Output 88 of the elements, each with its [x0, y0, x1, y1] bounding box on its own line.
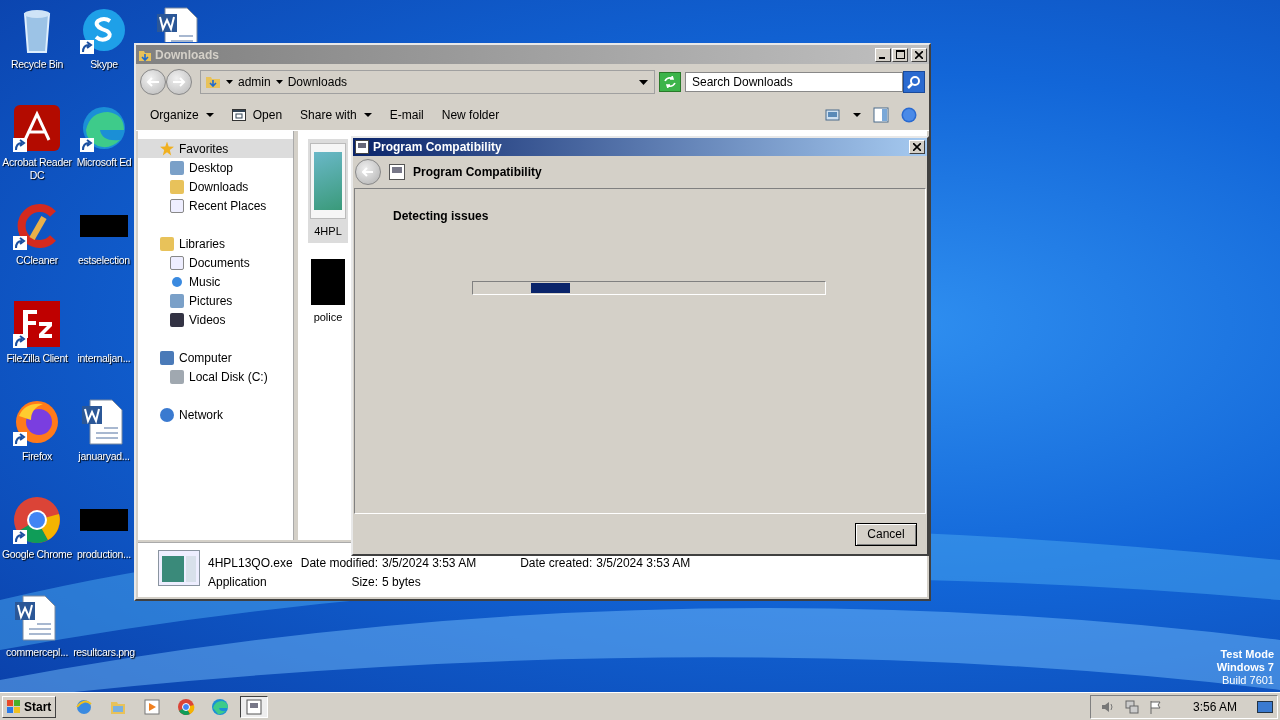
desktop-icon-label[interactable]: Microsoft Ed	[76, 156, 132, 169]
nav-item[interactable]: Local Disk (C:)	[138, 367, 293, 386]
detail-value: 3/5/2024 3:53 AM	[596, 556, 691, 570]
program-icon	[355, 140, 369, 154]
detail-label: Date modified:	[300, 556, 379, 570]
file-name: 4HPL13QO.exe	[208, 556, 293, 570]
minimize-button[interactable]	[875, 47, 891, 62]
detail-value: 5 bytes	[382, 575, 422, 589]
nav-item[interactable]: Favorites	[138, 139, 293, 158]
dialog-heading: Program Compatibility	[413, 165, 542, 179]
desktop-icon-label[interactable]: Skype	[90, 58, 118, 71]
chrome-icon[interactable]	[13, 496, 61, 544]
nav-item[interactable]: Videos	[138, 310, 293, 329]
search-field[interactable]: Search Downloads	[685, 72, 903, 92]
desktop-icon-label[interactable]: januaryad...	[78, 450, 130, 463]
desktop-icon-label[interactable]: commercepl...	[5, 646, 68, 659]
show-desktop-icon[interactable]	[1257, 699, 1273, 714]
desktop-icon-label[interactable]: CCleaner	[16, 254, 58, 267]
caret-icon[interactable]	[226, 80, 233, 84]
media-icon[interactable]	[143, 697, 162, 716]
close-icon[interactable]	[913, 143, 921, 151]
detail-value: 3/5/2024 3:53 AM	[382, 556, 477, 570]
acrobat-icon[interactable]	[13, 104, 61, 152]
test-mode-notice: Windows 7	[1216, 661, 1274, 674]
detail-label: Size:	[350, 575, 379, 589]
detail-label: Date created:	[520, 556, 593, 570]
clock[interactable]: 3:56 AM	[1192, 699, 1237, 714]
window-title: Program Compatibility	[373, 140, 503, 154]
caret-icon[interactable]	[275, 80, 283, 84]
file-type: Application	[208, 575, 268, 589]
desktop-icon-label[interactable]: Firefox	[22, 450, 52, 463]
test-mode-notice: Test Mode	[1220, 648, 1274, 661]
desktop-icon-label[interactable]: resultcars.png	[73, 646, 135, 659]
toolbar-button[interactable]: Open	[223, 106, 291, 124]
taskbar-button[interactable]	[240, 695, 269, 718]
window-icon[interactable]	[231, 108, 246, 122]
nav-item[interactable]: Network	[138, 405, 293, 424]
back-button[interactable]	[140, 69, 166, 95]
toolbar-button[interactable]: Organize	[142, 106, 222, 124]
breadcrumb-item[interactable]: Downloads	[287, 75, 348, 89]
dropdown-icon[interactable]	[639, 79, 648, 85]
nav-item[interactable]: Documents	[138, 253, 293, 272]
breadcrumb-item[interactable]: admin	[238, 75, 271, 89]
close-button[interactable]	[909, 140, 925, 154]
desktop-icon-label[interactable]: Google Chrome	[1, 548, 73, 561]
preview-pane-icon[interactable]	[873, 107, 889, 123]
windows-logo-icon[interactable]	[7, 699, 21, 714]
file-item[interactable]: 4HPL	[308, 139, 348, 243]
address-bar[interactable]: admin Downloads	[200, 70, 655, 94]
toolbar-button[interactable]: Share with	[292, 106, 380, 124]
nav-item[interactable]: Recent Places	[138, 196, 293, 215]
skype-icon[interactable]	[80, 6, 128, 54]
desktop-icon-label[interactable]: production...	[77, 548, 131, 561]
desktop-icon-label[interactable]: estselection	[78, 254, 130, 267]
toolbar-button[interactable]: E-mail	[381, 106, 432, 124]
volume-icon[interactable]	[1100, 699, 1115, 714]
desktop-icon-label[interactable]: FileZilla Client	[6, 352, 68, 365]
desktop-icon-label[interactable]: Recycle Bin	[10, 58, 64, 71]
nav-item[interactable]: Music	[138, 272, 293, 291]
nav-item[interactable]: Downloads	[138, 177, 293, 196]
firefox-icon[interactable]	[13, 398, 61, 446]
close-icon[interactable]	[915, 50, 923, 59]
start-button[interactable]: Start	[2, 695, 57, 718]
nav-item[interactable]: Pictures	[138, 291, 293, 310]
edge-icon[interactable]	[80, 104, 128, 152]
test-mode-notice: Build 7601	[1222, 674, 1274, 687]
application-icon	[158, 550, 200, 586]
filezilla-icon[interactable]	[13, 300, 61, 348]
toolbar-button[interactable]: New folder	[433, 106, 508, 124]
cancel-button[interactable]: Cancel	[855, 522, 917, 546]
status-text: Detecting issues	[393, 209, 490, 223]
caret-icon[interactable]	[853, 113, 861, 117]
nav-item[interactable]: Libraries	[138, 234, 293, 253]
program-icon	[389, 164, 405, 180]
nav-item[interactable]: Desktop	[138, 158, 293, 177]
desktop-icon-label[interactable]: internaljan...	[77, 352, 131, 365]
views-icon[interactable]	[825, 108, 841, 122]
forward-button[interactable]	[166, 69, 192, 95]
chrome-icon[interactable]	[177, 697, 196, 716]
folder-icon	[205, 74, 221, 90]
caret-icon[interactable]	[205, 113, 214, 117]
caret-icon[interactable]	[363, 113, 372, 117]
nav-item[interactable]: Computer	[138, 348, 293, 367]
flag-icon[interactable]	[1148, 699, 1163, 714]
close-button[interactable]	[911, 47, 927, 62]
window-title: Downloads	[155, 47, 220, 62]
back-button[interactable]	[355, 159, 381, 185]
desktop-icon-label[interactable]: Acrobat Reader DC	[1, 156, 73, 182]
